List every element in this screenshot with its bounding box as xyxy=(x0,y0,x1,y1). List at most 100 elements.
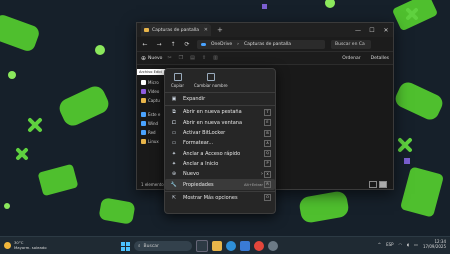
sidebar-item[interactable]: Este e xyxy=(137,110,167,119)
menu-item-properties[interactable]: 🔧 Propiedades Alt+Entrar R xyxy=(165,179,275,190)
menu-item-pin-quick-access[interactable]: ✦ Anclar a Acceso rápido Q xyxy=(165,148,275,158)
breadcrumb-root[interactable]: OneDrive xyxy=(211,42,232,47)
onedrive-icon xyxy=(201,42,206,46)
task-view-icon[interactable] xyxy=(196,240,208,252)
store-icon[interactable] xyxy=(240,241,250,251)
up-icon[interactable]: ↑ xyxy=(169,41,177,48)
chrome-icon[interactable] xyxy=(254,241,264,251)
rename-action[interactable]: Cambiar nombre xyxy=(194,73,228,91)
video-icon xyxy=(141,89,146,94)
access-key: T xyxy=(264,108,271,116)
tiles-view-icon[interactable] xyxy=(379,180,387,188)
new-icon: ⊕ xyxy=(171,171,177,178)
share-icon[interactable]: ⇪ xyxy=(202,55,206,61)
sidebar-item[interactable]: Red xyxy=(137,128,167,137)
new-window-icon: ⧠ xyxy=(171,119,176,126)
language-indicator[interactable]: ESP xyxy=(386,242,393,247)
new-label: Nuevo xyxy=(148,55,163,61)
menu-strip: Archivo Edici xyxy=(137,69,167,75)
access-key: A xyxy=(264,139,271,147)
sidebar-item[interactable]: Captu xyxy=(137,96,167,105)
menu-item-pin-start[interactable]: ✦ Anclar a Inicio P xyxy=(165,159,275,169)
sort-button[interactable]: Ordenar xyxy=(342,56,360,61)
taskbar: 30°C Mayorm. soleado ⌕ Buscar ^ ESP ◠ ◖ … xyxy=(0,236,450,254)
edge-icon[interactable] xyxy=(226,241,236,251)
menu-item-label: Mostrar Más opciones xyxy=(183,194,238,201)
volume-icon[interactable]: ◖ xyxy=(407,242,409,247)
access-key: B xyxy=(264,129,271,137)
paste-icon[interactable]: ▤ xyxy=(190,55,195,61)
address-row: ← → ↑ ⟳ OneDrive › Capturas de pantalla … xyxy=(137,37,393,51)
refresh-icon[interactable]: ⟳ xyxy=(183,41,191,48)
windows-start-icon[interactable] xyxy=(121,241,130,251)
handheld-shape xyxy=(401,167,443,217)
tab-title: Capturas de pantalla xyxy=(152,27,200,33)
system-tray: ^ ESP ◠ ◖ ▭ 12:34 17/09/2025 xyxy=(378,239,446,249)
maximize-button[interactable]: ☐ xyxy=(365,27,379,34)
search-input[interactable]: Buscar en Ca xyxy=(331,39,371,49)
sidebar-item[interactable]: Linux xyxy=(137,137,167,146)
taskbar-search-placeholder: Buscar xyxy=(143,243,159,249)
menu-item-label: Anclar a Acceso rápido xyxy=(183,150,241,157)
battery-icon[interactable]: ▭ xyxy=(414,242,418,247)
toolbar-right: Ordenar Detalles xyxy=(342,56,389,61)
access-key: R xyxy=(264,181,271,189)
copy-toolbar-icon[interactable]: ❐ xyxy=(179,55,183,61)
details-view-icon[interactable] xyxy=(369,180,377,188)
context-menu-quick-actions: Copiar Cambiar nombre xyxy=(165,69,275,91)
search-placeholder: Buscar en Ca xyxy=(335,41,365,47)
handheld-shape xyxy=(38,164,78,196)
weather-condition: Mayorm. soleado xyxy=(14,244,47,250)
title-bar: Capturas de pantalla ✕ + — ☐ ✕ xyxy=(137,23,393,37)
weather-text: 30°C Mayorm. soleado xyxy=(14,240,47,250)
close-button[interactable]: ✕ xyxy=(379,27,393,34)
cut-icon[interactable]: ✂ xyxy=(167,55,171,61)
menu-item-bitlocker[interactable]: ▭ Activar BitLocker B xyxy=(165,128,275,138)
access-key: O xyxy=(264,194,271,202)
file-explorer-icon[interactable] xyxy=(212,241,222,251)
menu-item-open-new-window[interactable]: ⧠ Abrir en nueva ventana E xyxy=(165,118,275,128)
item-count: 1 elemento xyxy=(141,181,164,187)
taskbar-apps: ⌕ Buscar xyxy=(121,240,278,252)
forward-icon[interactable]: → xyxy=(155,41,163,48)
view-toggle xyxy=(369,180,387,188)
chevron-up-icon[interactable]: ^ xyxy=(378,242,381,247)
menu-item-expand[interactable]: ▣ Expandir xyxy=(165,94,275,104)
menu-item-label: Formatear... xyxy=(183,140,214,147)
taskbar-search[interactable]: ⌕ Buscar xyxy=(134,241,192,251)
rename-icon xyxy=(206,73,215,81)
breadcrumb-current[interactable]: Capturas de pantalla xyxy=(244,42,291,47)
new-button[interactable]: ⊕ Nuevo xyxy=(141,55,162,62)
menu-separator xyxy=(165,105,275,107)
new-tab-icon: ⧉ xyxy=(172,109,176,116)
minimize-button[interactable]: — xyxy=(351,27,365,34)
menu-item-format[interactable]: ▭ Formatear... A xyxy=(165,138,275,148)
wifi-icon[interactable]: ◠ xyxy=(399,242,403,247)
settings-icon[interactable] xyxy=(268,241,278,251)
sidebar-item[interactable]: Wind xyxy=(137,119,167,128)
shortcut-text: Alt+Entrar xyxy=(244,182,263,187)
properties-icon: 🔧 xyxy=(170,181,178,188)
menu-item-new[interactable]: ⊕ Nuevo › X xyxy=(165,169,275,179)
copy-action[interactable]: Copiar xyxy=(171,73,184,91)
menu-item-more-options[interactable]: ⇱ Mostrar Más opciones O xyxy=(165,193,275,203)
pc-icon xyxy=(141,112,146,117)
pin-icon: ✦ xyxy=(171,150,177,157)
clock[interactable]: 12:34 17/09/2025 xyxy=(423,239,446,249)
details-button[interactable]: Detalles xyxy=(371,56,389,61)
back-icon[interactable]: ← xyxy=(141,41,149,48)
context-menu: Copiar Cambiar nombre ▣ Expandir ⧉ Abrir… xyxy=(164,68,276,214)
close-tab-icon[interactable]: ✕ xyxy=(204,27,208,33)
weather-widget[interactable]: 30°C Mayorm. soleado xyxy=(4,240,47,250)
toolbar-actions: ✂ ❐ ▤ ⇪ ▥ xyxy=(167,55,217,61)
sidebar-item[interactable]: Micro xyxy=(137,78,167,87)
sidebar-item-label: Micro xyxy=(148,80,159,85)
sidebar-item[interactable]: Vídeo xyxy=(137,87,167,96)
menu-item-open-new-tab[interactable]: ⧉ Abrir en nueva pestaña T xyxy=(165,107,275,117)
menu-separator xyxy=(165,92,275,93)
new-tab-button[interactable]: + xyxy=(217,26,223,34)
delete-icon[interactable]: ▥ xyxy=(213,55,218,61)
address-bar[interactable]: OneDrive › Capturas de pantalla xyxy=(197,39,325,49)
sidebar-item-label: Captu xyxy=(148,98,160,103)
tab-capturas[interactable]: Capturas de pantalla ✕ xyxy=(141,24,211,36)
